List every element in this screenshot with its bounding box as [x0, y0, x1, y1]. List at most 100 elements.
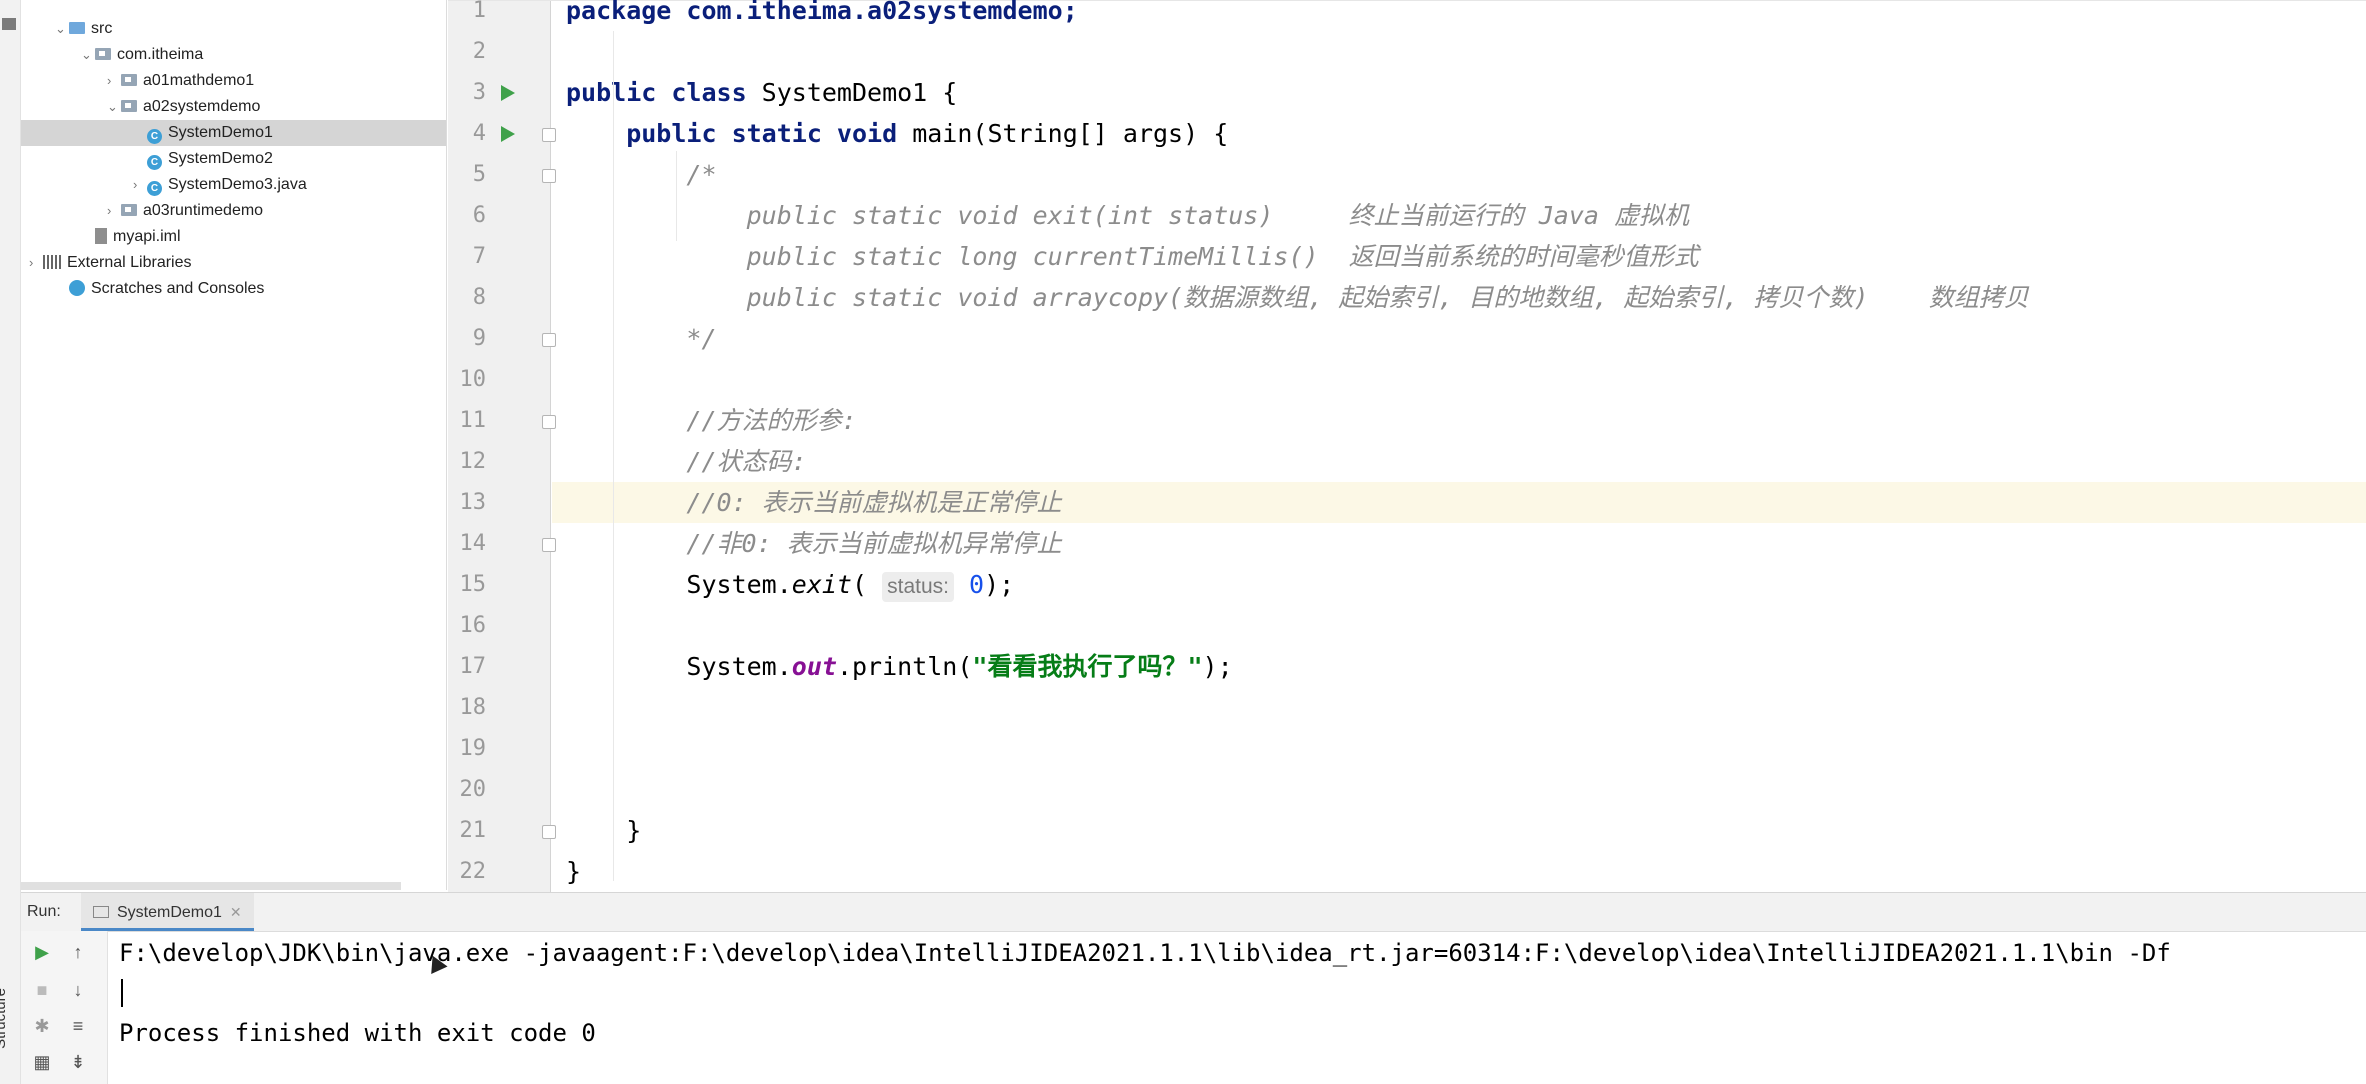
code-line[interactable]: } [552, 810, 2366, 851]
code-line[interactable]: public static void arraycopy(数据源数组, 起始索引… [552, 277, 2366, 318]
close-icon[interactable]: ✕ [230, 904, 242, 920]
text-caret [121, 979, 123, 1007]
code-line[interactable]: //0: 表示当前虚拟机是正常停止 [552, 482, 2366, 523]
project-tool-icon[interactable] [2, 18, 16, 30]
tree-item-external-libraries[interactable]: › External Libraries [21, 250, 446, 276]
run-label: Run: [27, 903, 61, 920]
tree-item-label: a02systemdemo [143, 98, 261, 115]
code-line[interactable] [552, 769, 2366, 810]
run-gutter-icon[interactable] [501, 126, 515, 142]
tree-item-label: a01mathdemo1 [143, 72, 255, 89]
code-line[interactable]: /* [552, 154, 2366, 195]
tree-item-label: SystemDemo2 [168, 150, 273, 167]
code-line[interactable]: System.out.println("看看我执行了吗？"); [552, 646, 2366, 687]
code-line[interactable]: */ [552, 318, 2366, 359]
code-line[interactable] [552, 687, 2366, 728]
code-token: System. [566, 652, 792, 681]
chevron-down-icon[interactable]: ⌄ [81, 42, 95, 68]
line-number: 15 [459, 572, 487, 597]
tree-item-a01mathdemo1[interactable]: › a01mathdemo1 [21, 68, 446, 94]
code-line[interactable]: } [552, 851, 2366, 892]
chevron-right-icon[interactable]: › [107, 68, 121, 94]
line-number: 9 [472, 326, 486, 351]
console-output[interactable]: F:\develop\JDK\bin\java.exe -javaagent:F… [119, 931, 2366, 1084]
chevron-right-icon[interactable]: › [29, 250, 43, 276]
code-token: package com.itheima.a02systemdemo; [566, 0, 1078, 25]
chevron-right-icon[interactable]: › [107, 198, 121, 224]
tree-item-a02systemdemo[interactable]: ⌄ a02systemdemo [21, 94, 446, 120]
chevron-down-icon[interactable]: ⌄ [107, 94, 121, 120]
code-token: .println( [836, 652, 973, 681]
code-line[interactable] [552, 359, 2366, 400]
line-number: 22 [459, 859, 487, 884]
code-line[interactable] [552, 605, 2366, 646]
code-token: //状态码: [566, 447, 807, 476]
line-number: 12 [459, 449, 487, 474]
code-line[interactable]: public static long currentTimeMillis() 返… [552, 236, 2366, 277]
tree-item-systemdemo2[interactable]: C SystemDemo2 [21, 146, 446, 172]
code-editor[interactable]: 1 2 3 4 5 6 7 8 9 10 11 12 13 14 15 16 17 18 19 20 21 22 pack… [448, 0, 2366, 893]
tree-item-src[interactable]: ⌄ src [21, 16, 446, 42]
gutter-row: 7 [448, 236, 550, 277]
line-number: 4 [472, 121, 486, 146]
gutter-row: 6 [448, 195, 550, 236]
tree-item-systemdemo3-java[interactable]: › C SystemDemo3.java [21, 172, 446, 198]
code-token: public static void [566, 119, 913, 148]
layout-icon[interactable]: ▦ [31, 1051, 53, 1073]
chevron-down-icon[interactable]: ⌄ [55, 16, 69, 42]
gutter-row: 17 [448, 646, 550, 687]
stop-icon[interactable]: ■ [31, 979, 53, 1001]
structure-tool-tab[interactable]: Structure [0, 975, 20, 1065]
code-token: */ [566, 324, 717, 353]
run-tab-systemdemo1[interactable]: SystemDemo1 ✕ [81, 893, 254, 931]
line-number: 20 [459, 777, 487, 802]
code-line[interactable]: public class SystemDemo1 { [552, 72, 2366, 113]
line-number: 2 [472, 39, 486, 64]
tree-horizontal-scrollbar[interactable] [21, 882, 401, 890]
scroll-to-end-icon[interactable]: ⇟ [67, 1051, 89, 1073]
tree-item-label: External Libraries [67, 254, 192, 271]
code-line[interactable]: public static void main(String[] args) { [552, 113, 2366, 154]
code-line[interactable] [552, 728, 2366, 769]
java-class-icon: C [147, 129, 162, 144]
code-token: } [566, 816, 642, 845]
code-token: out [791, 652, 837, 681]
gutter-row: 9 [448, 318, 556, 359]
code-line[interactable]: //方法的形参: [552, 400, 2366, 441]
soft-wrap-icon[interactable]: ≡ [67, 1015, 89, 1037]
tree-item-systemdemo1[interactable]: C SystemDemo1 [21, 120, 446, 146]
line-number: 11 [459, 408, 487, 433]
tree-item-myapi-iml[interactable]: myapi.iml [21, 224, 446, 250]
code-line[interactable]: //状态码: [552, 441, 2366, 482]
code-token: public static void arraycopy(数据源数组, 起始索引… [566, 283, 2029, 312]
scroll-down-icon[interactable]: ↓ [67, 979, 89, 1001]
line-number: 8 [472, 285, 486, 310]
parameter-hint: status: [882, 572, 954, 602]
rerun-icon[interactable]: ▶ [31, 941, 53, 963]
gutter-row: 10 [448, 359, 550, 400]
code-line[interactable] [552, 31, 2366, 72]
line-number: 16 [459, 613, 487, 638]
gutter-row: 18 [448, 687, 550, 728]
line-number: 1 [472, 0, 486, 23]
code-line[interactable]: public static void exit(int status) 终止当前… [552, 195, 2366, 236]
code-token: System. [566, 570, 792, 599]
module-file-icon [95, 228, 107, 244]
package-icon [121, 74, 137, 86]
gutter-row: 14 [448, 523, 556, 564]
run-panel: Run: SystemDemo1 ✕ ▶ ↑ ■ ↓ ✱ ≡ ▦ ⇟ F:\dev… [21, 892, 2366, 1084]
code-line[interactable]: package com.itheima.a02systemdemo; [552, 0, 2366, 31]
scroll-up-icon[interactable]: ↑ [67, 941, 89, 963]
code-line[interactable]: //非0: 表示当前虚拟机异常停止 [552, 523, 2366, 564]
tree-item-a03runtimedemo[interactable]: › a03runtimedemo [21, 198, 446, 224]
tree-item-label: src [91, 20, 113, 37]
run-gutter-icon[interactable] [501, 85, 515, 101]
tree-item-scratches-and-consoles[interactable]: Scratches and Consoles [21, 276, 446, 302]
chevron-right-icon[interactable]: › [133, 172, 147, 198]
line-number: 3 [472, 80, 486, 105]
tree-item-label: myapi.iml [113, 228, 181, 245]
code-line[interactable]: System.exit( status: 0); [552, 564, 2366, 605]
debug-icon[interactable]: ✱ [31, 1015, 53, 1037]
tree-item-com-itheima[interactable]: ⌄ com.itheima [21, 42, 446, 68]
run-tab-label: SystemDemo1 [117, 904, 222, 921]
